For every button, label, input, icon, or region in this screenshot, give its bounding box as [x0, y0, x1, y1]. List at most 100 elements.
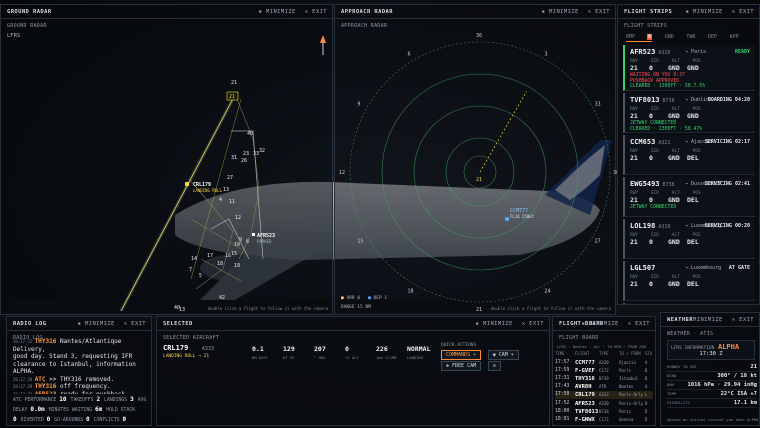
board-row[interactable]: 17:31 THY316 B739 Istanbul D	[555, 375, 653, 383]
quick-actions: COMMANDS ▾ ◉ CAM ▾	[441, 350, 519, 360]
strip-destination: → Paris	[685, 49, 707, 55]
runway	[119, 94, 242, 312]
minimize-button[interactable]: ▪ MINIMIZE	[542, 9, 579, 15]
stand-number: 23	[243, 151, 249, 157]
strip-callsign: CCM653 A321	[630, 138, 671, 146]
minimize-button[interactable]: ▪ MINIMIZE	[259, 9, 296, 15]
strip-status: SERVICING 00:20	[704, 223, 750, 229]
stat-item: GO-AROUNDS 0	[54, 416, 90, 423]
tab-twr[interactable]: TWR	[686, 34, 695, 40]
tab-gnd[interactable]: GND	[665, 34, 674, 40]
stand-number: 10	[234, 242, 240, 248]
minimize-button[interactable]: ▪ MINIMIZE	[686, 9, 723, 15]
strip-note: JETWAY CONNECTED	[630, 121, 677, 126]
strip-status: READY	[734, 49, 750, 55]
board-row[interactable]: 17:57 CCM777 A320 Ajaccio A	[555, 359, 653, 367]
stand-number: 7	[189, 267, 192, 273]
quick-actions-label: QUICK ACTIONS	[441, 343, 477, 348]
bearing-label: 6	[408, 51, 411, 57]
stand-number: 32	[259, 148, 265, 154]
weather-rows: RUNWAY IN USE 21 WIND 300° / 18 kt QNH 1016 h…	[667, 363, 757, 408]
minimize-button[interactable]: ▪ MINIMIZE	[78, 321, 115, 327]
minimize-button[interactable]: ▪ MINIMIZE	[582, 321, 619, 327]
exit-button[interactable]: ✕ EXIT	[522, 321, 544, 327]
exit-button[interactable]: ✕ EXIT	[732, 9, 754, 15]
exit-button[interactable]: ✕ EXIT	[305, 9, 327, 15]
radar-hint: double click a flight to follow it with …	[490, 306, 611, 311]
exit-button[interactable]: ✕ EXIT	[124, 321, 146, 327]
strip-status: AT GATE	[728, 265, 750, 271]
panel-subtitle: SELECTED AIRCRAFT	[163, 335, 220, 341]
atis-header: LFRS INFORMATION ALPHA 17:30 Z	[667, 340, 755, 360]
panel-subtitle: FLIGHT STRIPS	[624, 23, 668, 29]
board-row[interactable]: 18:00 TVF8013 B738 Paris D	[555, 408, 653, 416]
exit-button[interactable]: ✕ EXIT	[628, 321, 650, 327]
aircraft-marker-afr523[interactable]: AFR523 PARKED	[252, 233, 275, 244]
strip-note: CLEARED · 1300FT · 50.7.5%	[630, 84, 706, 89]
bearing-label: 21	[476, 307, 482, 313]
free-cam-button[interactable]: ✥ FREE CAM	[441, 361, 482, 371]
approach-radar-panel: APPROACH RADAR ▪ MINIMIZE ✕ EXIT APPROACH…	[334, 4, 617, 315]
flight-board-panel: FLIGHT BOARD ▪ MINIMIZE ✕ EXIT FLIGHT BOA…	[552, 316, 656, 426]
flight-strip[interactable]: AFR523 A320 → Paris READY RWY SID ALT POS …	[623, 45, 755, 91]
commands-button[interactable]: COMMANDS ▾	[441, 350, 482, 360]
atis-time: 17:30 Z	[699, 351, 723, 357]
strip-callsign: TVF8013 B738	[630, 96, 675, 104]
stand-number: 27	[227, 175, 233, 181]
panel-title: FLIGHT BOARD ▪ MINIMIZE ✕ EXIT	[553, 317, 655, 331]
radio-log-list[interactable]: 20:17:22 THY316 Nantes/Atlantique Delive…	[7, 338, 151, 394]
stand-number: 17	[207, 253, 213, 259]
svg-text:PARKED: PARKED	[257, 239, 272, 244]
log-line: 20:17:22 THY316 Nantes/Atlantique Delive…	[13, 338, 122, 353]
aircraft-marker-ccm777[interactable]: CCM777 FL14 250kt	[505, 208, 535, 221]
minimize-button[interactable]: ▪ MINIMIZE	[686, 317, 723, 323]
board-header: TIME FLIGHT TYPE TO / FROM STA	[555, 351, 653, 356]
log-line: ALPHA.	[13, 368, 35, 375]
svg-text:21: 21	[229, 94, 235, 100]
strip-values: 21 0 GND GND	[630, 64, 699, 72]
flight-strip[interactable]: TVF8013 B738 → Dublin BOARDING 04:20 RWY S…	[623, 93, 755, 133]
board-row[interactable]: 18:01 F-GNWX C172 Geneva D	[555, 416, 653, 424]
board-filter[interactable]: LFRS · Nantes · ALL · TO ARR → FROM ARR	[557, 344, 646, 349]
minimize-button[interactable]: ▪ MINIMIZE	[476, 321, 513, 327]
approach-radar-scope[interactable]: 363333027242118151296 21 CCM777 FL14 250…	[335, 19, 617, 315]
stand-number: 31	[231, 155, 237, 161]
stand-number: 21	[231, 80, 237, 86]
flight-strip[interactable]: CCM653 A321 → Ajaccio SERVICING 02:17 RWY …	[623, 135, 755, 175]
bearing-label: 24	[545, 289, 551, 295]
aircraft-marker-crl179[interactable]: CRL179 LANDING ROLL	[185, 182, 222, 193]
board-row[interactable]: 17:59 F-GVEF C172 Paris D	[555, 367, 653, 375]
strip-callsign: LOL198 A319	[630, 222, 671, 230]
tab-dep[interactable]: DEP	[708, 34, 717, 40]
board-row[interactable]: 17:52 AFR523 A320 Paris-Orly D	[555, 400, 653, 408]
flight-strip[interactable]: TVF414 → Paris AT GATE	[623, 303, 755, 304]
strip-values: 21 0 GND GND	[630, 112, 699, 120]
board-row[interactable]: 17:43 AVR8H ATR Nantes A	[555, 383, 653, 391]
weather-panel: WEATHER ▪ MINIMIZE ✕ EXIT WEATHER · ATIS …	[660, 312, 760, 426]
stat-item: CONFLICTS 0	[93, 416, 127, 423]
log-line: 20:17:28 ATC >> THY316 removed.	[13, 375, 115, 383]
selected-aircraft-panel: SELECTED ▪ MINIMIZE ✕ EXIT SELECTED AIRCR…	[156, 316, 550, 426]
strip-status: SERVICING 02:17	[704, 139, 750, 145]
flight-strip[interactable]: LGL507 → Luxembourg AT GATE RWY SID ALT P…	[623, 261, 755, 301]
exit-button[interactable]: ✕ EXIT	[732, 317, 754, 323]
flight-strip[interactable]: EWG5493 B738 → Dusseldorf SERVICING 02:41…	[623, 177, 755, 217]
radar-scale: RANGE 15 NM	[341, 305, 371, 310]
stat-item: DIVERTED 0	[20, 416, 51, 423]
flight-strip[interactable]: LOL198 A319 → Luxembourg SERVICING 00:20 R…	[623, 219, 755, 259]
stand-number: 11	[229, 199, 235, 205]
stand-number: 42	[219, 295, 225, 301]
quick-actions-row2: ✥ FREE CAM ≡	[441, 361, 501, 371]
tab-rmp[interactable]: RMP 6	[626, 34, 653, 42]
selected-field: NORMAL LANDING	[407, 345, 431, 360]
camera-button[interactable]: ◉ CAM ▾	[487, 350, 519, 360]
atc-stats: ATC PERFORMANCE 10 TAKEOFFS 2 LANDINGS 3 AV…	[13, 395, 147, 425]
tab-app[interactable]: APP	[730, 34, 739, 40]
board-row[interactable]: 17:50 CRL179 A333 Paris-Orly L	[555, 391, 653, 400]
ground-radar-map[interactable]: 214833 322331 2627134 11129 81015161718 19141…	[1, 19, 334, 315]
weather-row: QNH 1016 hPa · 29.94 inHg	[667, 382, 757, 390]
more-button[interactable]: ≡	[487, 361, 501, 371]
strip-values: 21 0 GND DEL	[630, 238, 699, 246]
exit-button[interactable]: ✕ EXIT	[588, 9, 610, 15]
panel-subtitle: FLIGHT BOARD	[559, 335, 599, 341]
